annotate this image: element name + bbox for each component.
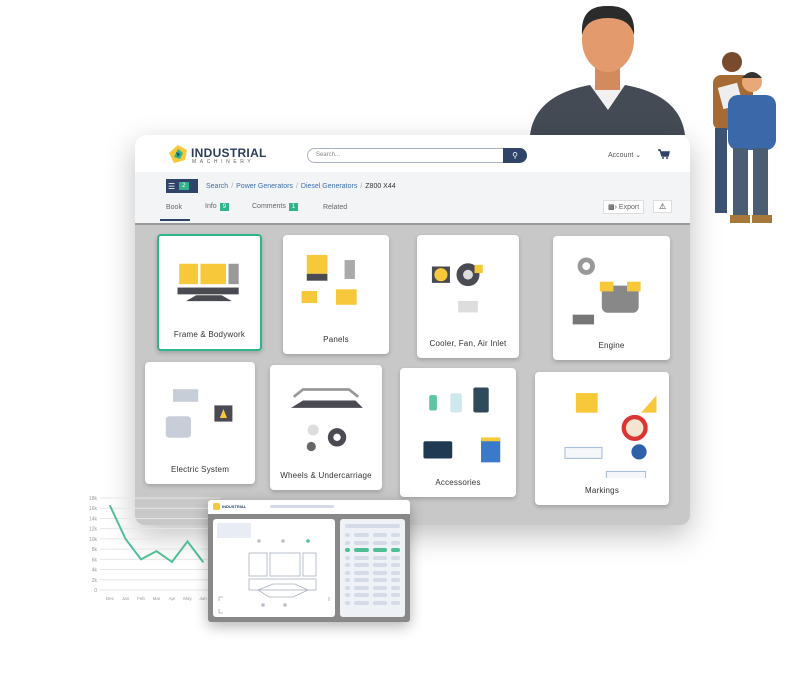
brand-logo-icon [169,145,187,163]
data-point [124,538,127,540]
breadcrumb: Search / Power Generators / Diesel Generat… [206,183,396,190]
data-point [140,558,142,561]
search-input[interactable]: Search... [307,148,527,163]
export-button[interactable]: ▩› Export [603,200,645,214]
y-tick-label: 6k [92,557,98,563]
search-icon: ⚲ [512,151,518,160]
x-tick-label: Dec [106,596,115,601]
breadcrumb-search[interactable]: Search [206,183,228,190]
card-label: Markings [584,486,620,495]
line-chart: 18k 16k 14k 12k 10k 8k 6k 4k 2k 0 Dec Jan Feb Mar Apr M… [89,496,220,601]
data-point [186,540,189,543]
x-tick-label: May [183,596,192,601]
breadcrumb-power-generators[interactable]: Power Generators [236,183,293,190]
tab-info[interactable]: Info 9 [205,203,230,211]
search-button[interactable]: ⚲ [503,148,527,163]
data-point [202,561,204,563]
brand-name: INDUSTRIAL [191,146,267,160]
data-point [155,550,158,552]
mini-header: INDUSTRIAL [208,500,410,514]
x-tick-label: Jan [122,596,130,601]
part-diagram-icon [431,263,483,313]
part-diagram-icon [291,388,363,452]
account-menu[interactable]: Account ⌄ [608,151,641,159]
cart-icon[interactable] [658,149,670,159]
chevron-down-icon: ⌄ [635,152,642,159]
card-label: Accessories [435,478,481,487]
warning-icon: ⚠ [659,202,667,211]
card-label: Cooler, Fan, Air Inlet [429,339,507,348]
list-toggle-button[interactable]: ☰ 2 [166,179,198,193]
export-icon: ▩› [608,204,617,211]
data-point [109,504,111,507]
part-diagram-icon [423,387,501,463]
comments-badge: 1 [288,203,299,211]
mini-window: INDUSTRIAL [208,500,410,622]
y-tick-label: 14k [89,516,98,522]
mini-brand: INDUSTRIAL [222,504,247,509]
category-card[interactable]: Engine [553,236,670,360]
card-label: Frame & Bodywork [173,330,246,339]
y-tick-label: 8k [92,547,98,553]
y-tick-label: 2k [92,578,98,584]
part-diagram-icon [177,263,239,302]
part-diagram-icon [301,254,357,305]
part-diagram-icon [572,257,641,325]
list-count-badge: 2 [179,182,189,190]
y-tick-label: 4k [92,568,98,574]
brand-tagline: MACHINERY [192,159,255,165]
x-tick-label: Apr [168,596,176,601]
top-header: INDUSTRIAL MACHINERY Search... ⚲ Account… [135,135,690,172]
info-badge: 9 [219,203,230,211]
series-line [109,505,204,564]
category-card[interactable]: Frame & Bodywork [157,234,262,351]
tab-comments[interactable]: Comments 1 [252,203,299,211]
y-tick-label: 12k [89,527,98,533]
part-diagram-icon [165,389,233,438]
warning-button[interactable]: ⚠ [653,200,673,213]
tab-book[interactable]: Book [166,204,182,211]
category-card[interactable]: Panels [283,235,389,354]
category-card[interactable]: Accessories [400,368,516,497]
card-label: Wheels & Undercarriage [280,471,372,480]
x-tick-label: Feb [137,596,145,601]
card-label: Panels [323,335,349,344]
breadcrumb-diesel-generators[interactable]: Diesel Generators [301,183,357,190]
y-tick-label: 18k [89,496,98,502]
data-point [171,561,173,563]
mini-parts-list [340,519,405,617]
category-card[interactable]: Markings [535,372,669,505]
subheader: ☰ 2 Search / Power Generators / Diesel Gen… [135,172,690,225]
category-card[interactable]: Electric System [145,362,255,484]
category-card[interactable]: Wheels & Undercarriage [270,365,382,490]
list-icon: ☰ [168,181,176,191]
y-tick-label: 10k [89,537,98,543]
x-tick-label: Jun [199,596,207,601]
part-diagram-icon [564,393,657,478]
y-tick-label: 0 [94,588,97,594]
category-card[interactable]: Cooler, Fan, Air Inlet [417,235,519,358]
x-tick-label: Mar [153,596,161,601]
mini-logo-icon [213,503,220,510]
mini-diagram [213,519,335,617]
account-label: Account [608,152,634,159]
card-label: Electric System [170,465,230,474]
card-label: Engine [598,341,625,350]
breadcrumb-current: Z800 X44 [365,183,396,190]
y-tick-label: 16k [89,506,98,512]
active-tab-indicator [160,219,190,221]
tab-related[interactable]: Related [323,204,347,211]
